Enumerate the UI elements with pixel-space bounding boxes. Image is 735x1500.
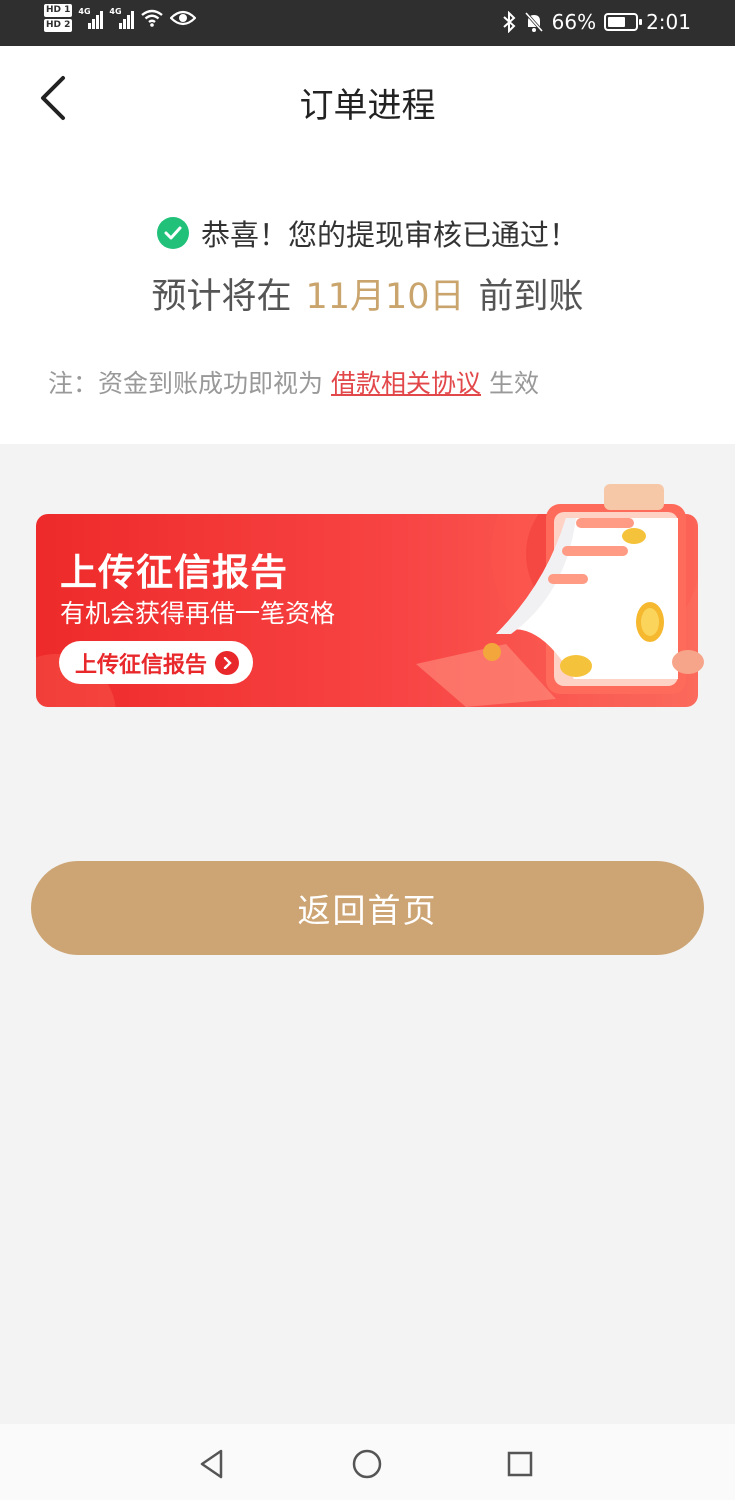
eye-icon xyxy=(170,10,197,26)
check-circle-icon xyxy=(156,217,189,249)
status-right: 66% 2:01 xyxy=(502,10,691,34)
banner-title: 上传征信报告 xyxy=(60,551,288,594)
eta-date: 11月10日 xyxy=(305,277,465,317)
battery-fill xyxy=(608,17,626,27)
system-nav-bar xyxy=(0,1424,735,1500)
recents-square-icon xyxy=(507,1451,533,1477)
network-type-2: 4G xyxy=(109,7,122,16)
upload-report-label: 上传征信报告 xyxy=(75,652,208,678)
signal-icon: 4G xyxy=(78,7,104,29)
agreement-note: 注：资金到账成功即视为 借款相关协议 生效 xyxy=(48,364,539,400)
back-triangle-icon xyxy=(200,1449,223,1479)
eta-line: 预计将在 11月10日 前到账 xyxy=(0,268,735,319)
eta-suffix: 前到账 xyxy=(478,277,584,317)
return-home-button[interactable]: 返回首页 xyxy=(31,861,704,955)
result-section: 恭喜！您的提现审核已通过！ 预计将在 11月10日 前到账 注：资金到账成功即视为借… xyxy=(0,150,735,444)
agreement-link[interactable]: 借款相关协议 xyxy=(331,369,481,398)
signal-icon-2: 4G xyxy=(109,7,135,29)
network-type-1: 4G xyxy=(78,7,91,16)
note-prefix: 注：资金到账成功即视为 xyxy=(48,369,324,398)
success-message-row: 恭喜！您的提现审核已通过！ xyxy=(0,212,735,254)
banner-subtitle: 有机会获得再借一笔资格 xyxy=(60,599,336,628)
success-message: 恭喜！您的提现审核已通过！ xyxy=(200,218,578,252)
clock: 2:01 xyxy=(646,10,691,34)
status-left: HD 1 HD 2 4G 4G xyxy=(44,4,197,32)
hd2-badge: HD 2 xyxy=(44,19,73,32)
upload-report-button[interactable]: 上传征信报告 xyxy=(59,641,254,684)
wifi-icon xyxy=(141,9,164,27)
credit-report-banner[interactable]: 上传征信报告 有机会获得再借一笔资格 上传征信报告 xyxy=(36,484,704,707)
nav-recents-button[interactable] xyxy=(500,1444,540,1484)
bell-off-icon xyxy=(524,12,543,32)
status-bar: HD 1 HD 2 4G 4G 66% 2:01 xyxy=(0,0,735,46)
nav-back-button[interactable] xyxy=(192,1444,232,1484)
eta-prefix: 预计将在 xyxy=(151,277,292,317)
page-title: 订单进程 xyxy=(299,86,436,126)
battery-percent: 66% xyxy=(551,10,597,34)
hd1-badge: HD 1 xyxy=(44,4,73,17)
bluetooth-icon xyxy=(502,11,516,33)
hd-badges: HD 1 HD 2 xyxy=(44,4,73,32)
home-circle-icon xyxy=(352,1449,382,1479)
nav-home-button[interactable] xyxy=(347,1444,387,1484)
clipboard-coins-illustration xyxy=(483,484,704,694)
chevron-right-icon xyxy=(215,650,240,675)
battery-icon xyxy=(604,13,643,31)
note-suffix: 生效 xyxy=(489,369,540,398)
page-header: 订单进程 xyxy=(0,46,735,150)
